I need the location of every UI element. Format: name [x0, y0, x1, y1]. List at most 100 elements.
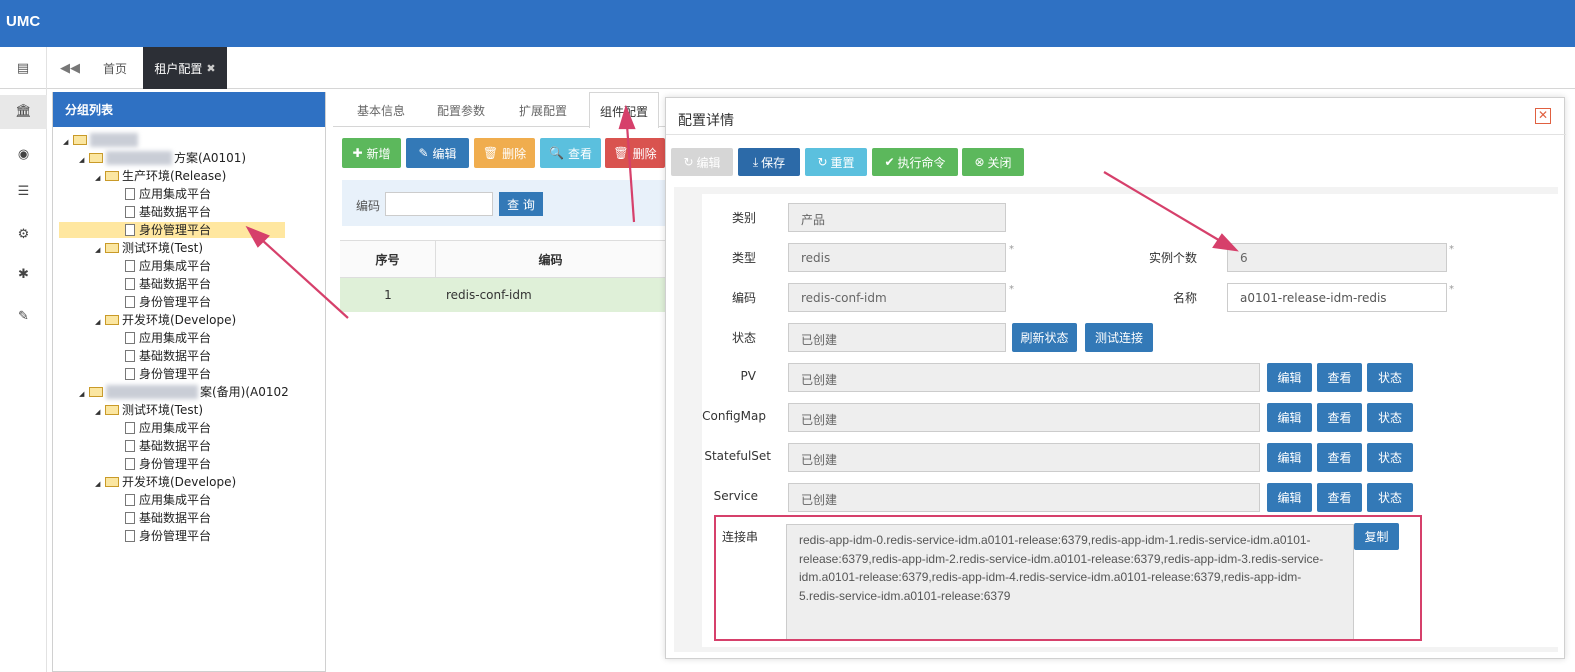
tree-node-env[interactable]: ◢ 测试环境(Test): [95, 402, 203, 418]
tree-node-app[interactable]: 应用集成平台: [125, 258, 211, 274]
expand-icon[interactable]: ◢: [95, 170, 105, 186]
tree-node-app[interactable]: 身份管理平台: [125, 456, 211, 472]
tree-label: 基础数据平台: [139, 277, 212, 291]
tree-node-app[interactable]: 基础数据平台: [125, 204, 211, 220]
edit-button[interactable]: ✎ 编辑: [406, 138, 469, 168]
column-header-index[interactable]: 序号: [340, 241, 436, 277]
tree-node-root[interactable]: ◢: [63, 132, 140, 148]
close-icon[interactable]: ✕: [1535, 108, 1551, 124]
tree-node-app[interactable]: 身份管理平台: [125, 366, 211, 382]
tree-node-env[interactable]: ◢ 开发环境(Develope): [95, 312, 236, 328]
tab-config-params[interactable]: 配置参数: [437, 102, 485, 119]
expand-icon[interactable]: ◢: [63, 134, 73, 150]
pv-field[interactable]: 已创建: [788, 363, 1260, 392]
button-label: 编辑: [432, 146, 457, 161]
tree-node-app[interactable]: 应用集成平台: [125, 186, 211, 202]
expand-icon[interactable]: ◢: [95, 242, 105, 258]
folder-icon: [89, 387, 103, 397]
tree-node-app[interactable]: 应用集成平台: [125, 420, 211, 436]
save-button[interactable]: ⤓ 保存: [738, 148, 800, 176]
service-status-button[interactable]: 状态: [1367, 483, 1413, 512]
puzzle-icon[interactable]: ✱: [0, 265, 47, 285]
instances-field[interactable]: 6: [1227, 243, 1447, 272]
tree-node-app-selected[interactable]: 身份管理平台: [59, 222, 285, 238]
column-header-code[interactable]: 编码: [436, 241, 665, 277]
execute-command-button[interactable]: ✔ 执行命令: [872, 148, 958, 176]
folder-icon: [89, 153, 103, 163]
service-edit-button[interactable]: 编辑: [1267, 483, 1312, 512]
statefulset-view-button[interactable]: 查看: [1317, 443, 1362, 472]
refresh-icon: ↻: [817, 155, 828, 169]
delete-orange-button[interactable]: 🗑 删除: [474, 138, 535, 168]
list-icon[interactable]: ☰: [0, 182, 47, 202]
tree-label: 案(备用)(A0102: [200, 385, 289, 399]
tree-node-app[interactable]: 基础数据平台: [125, 438, 211, 454]
panel-title: 分组列表: [53, 92, 325, 127]
tree-node-env[interactable]: ◢ 测试环境(Test): [95, 240, 203, 256]
tree-node-app[interactable]: 应用集成平台: [125, 492, 211, 508]
eye-icon[interactable]: ◉: [0, 145, 47, 165]
tree-node-app[interactable]: 身份管理平台: [125, 528, 211, 544]
menu-icon[interactable]: ▤: [0, 47, 47, 89]
tree-label: 身份管理平台: [139, 457, 212, 471]
pv-status-button[interactable]: 状态: [1367, 363, 1413, 392]
tree-node-env[interactable]: ◢ 开发环境(Develope): [95, 474, 236, 490]
name-input[interactable]: a0101-release-idm-redis: [1227, 283, 1447, 312]
tree-label: 身份管理平台: [139, 223, 212, 237]
tree-node-tenant-2[interactable]: ◢ 案(备用)(A0102: [79, 384, 289, 400]
tree-node-app[interactable]: 身份管理平台: [125, 294, 211, 310]
divider: [666, 134, 1566, 135]
grid-header: 序号 编码: [340, 240, 665, 278]
test-connect-button[interactable]: 测试连接: [1085, 323, 1153, 352]
tree-node-app[interactable]: 基础数据平台: [125, 348, 211, 364]
configmap-field[interactable]: 已创建: [788, 403, 1260, 432]
group-tree-panel: 分组列表 ◢ ◢ 方案(A0101) ◢ 生产环境(Release) 应用集成平台 …: [52, 92, 326, 672]
tab-tenant-config[interactable]: 租户配置 ✖: [143, 47, 227, 89]
tab-home[interactable]: 首页: [90, 47, 140, 89]
configmap-status-button[interactable]: 状态: [1367, 403, 1413, 432]
bank-icon[interactable]: 🏛: [0, 95, 47, 129]
reset-button[interactable]: ↻ 重置: [805, 148, 867, 176]
statefulset-field[interactable]: 已创建: [788, 443, 1260, 472]
close-icon[interactable]: ✖: [206, 62, 215, 75]
search-button[interactable]: 查 询: [499, 192, 543, 216]
pv-edit-button[interactable]: 编辑: [1267, 363, 1312, 392]
tree-node-env[interactable]: ◢ 生产环境(Release): [95, 168, 226, 184]
delete-button[interactable]: 🗑 删除: [605, 138, 665, 168]
statefulset-edit-button[interactable]: 编辑: [1267, 443, 1312, 472]
expand-icon[interactable]: ◢: [95, 476, 105, 492]
tree-node-app[interactable]: 应用集成平台: [125, 330, 211, 346]
sub-tabs: 基本信息 配置参数 扩展配置 组件配置: [333, 92, 665, 128]
expand-icon[interactable]: ◢: [95, 314, 105, 330]
view-button[interactable]: 🔍 查看: [540, 138, 601, 168]
tab-extended-config[interactable]: 扩展配置: [519, 102, 567, 119]
table-row[interactable]: 1 redis-conf-idm: [340, 278, 665, 312]
service-field[interactable]: 已创建: [788, 483, 1260, 512]
folder-icon: [105, 405, 119, 415]
tab-basic-info[interactable]: 基本信息: [357, 102, 405, 119]
tree-node-app[interactable]: 基础数据平台: [125, 510, 211, 526]
service-view-button[interactable]: 查看: [1317, 483, 1362, 512]
wrench-icon[interactable]: ✎: [0, 307, 47, 327]
expand-icon[interactable]: ◢: [79, 152, 89, 168]
close-button[interactable]: ⊗ 关闭: [962, 148, 1024, 176]
pv-view-button[interactable]: 查看: [1317, 363, 1362, 392]
expand-icon[interactable]: ◢: [79, 386, 89, 402]
document-icon: [125, 224, 135, 236]
configmap-edit-button[interactable]: 编辑: [1267, 403, 1312, 432]
add-button[interactable]: ✚ 新增: [342, 138, 401, 168]
type-field[interactable]: redis: [788, 243, 1006, 272]
category-field[interactable]: 产品: [788, 203, 1006, 232]
code-search-input[interactable]: [385, 192, 493, 216]
tree-node-tenant-1[interactable]: ◢ 方案(A0101): [79, 150, 246, 166]
tree-node-app[interactable]: 基础数据平台: [125, 276, 211, 292]
tab-component-config[interactable]: 组件配置: [589, 92, 660, 128]
code-field[interactable]: redis-conf-idm: [788, 283, 1006, 312]
double-left-icon[interactable]: ◀◀: [52, 47, 88, 89]
statefulset-status-button[interactable]: 状态: [1367, 443, 1413, 472]
refresh-status-button[interactable]: 刷新状态: [1012, 323, 1077, 352]
expand-icon[interactable]: ◢: [95, 404, 105, 420]
configmap-view-button[interactable]: 查看: [1317, 403, 1362, 432]
status-field[interactable]: 已创建: [788, 323, 1006, 352]
gear-icon[interactable]: ⚙: [0, 225, 47, 245]
